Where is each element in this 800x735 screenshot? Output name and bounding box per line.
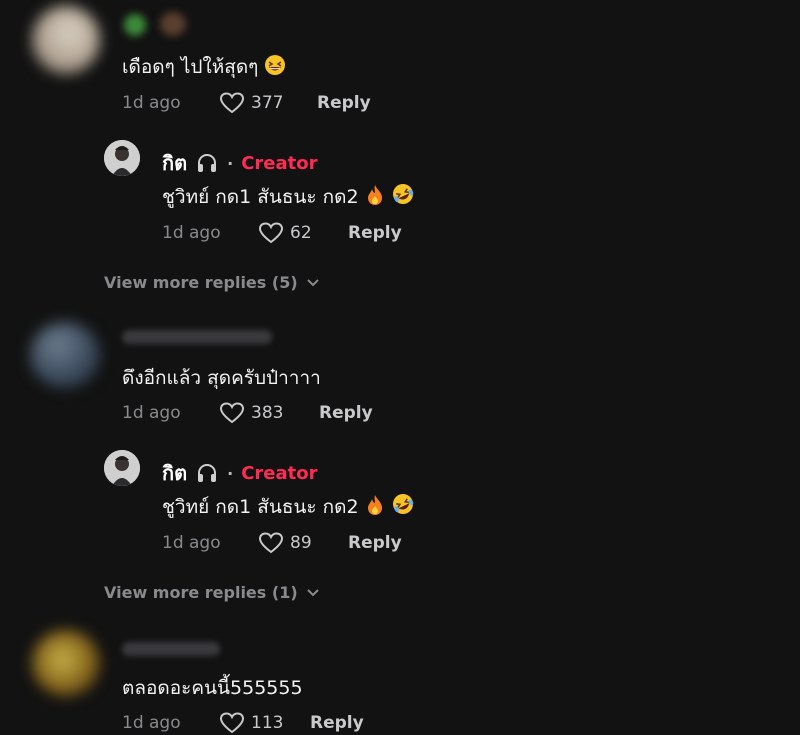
- heart-icon: [258, 532, 284, 554]
- like-button[interactable]: 89: [258, 531, 312, 555]
- like-count: 89: [290, 533, 312, 553]
- username-blurred[interactable]: [122, 330, 272, 344]
- reply-button[interactable]: Reply: [348, 533, 402, 553]
- creator-badge: Creator: [241, 152, 318, 174]
- comment-time: 1d ago: [122, 713, 181, 733]
- reply-button[interactable]: Reply: [319, 403, 373, 423]
- fire-emoji-icon: [365, 494, 385, 521]
- headphones-icon: [198, 154, 217, 172]
- comment-text: ตลอดอะคนนี้555555: [122, 677, 303, 699]
- like-count: 113: [251, 713, 284, 733]
- username-emoji-blur: [124, 14, 146, 36]
- view-more-replies-button[interactable]: View more replies (1): [104, 583, 320, 602]
- rofl-emoji-icon: [391, 492, 415, 521]
- reply-time: 1d ago: [162, 533, 221, 553]
- chevron-down-icon: [306, 278, 319, 286]
- view-more-label: View more replies (5): [104, 273, 298, 292]
- heart-icon: [258, 222, 284, 244]
- comment-time: 1d ago: [122, 403, 181, 423]
- separator-dot: ·: [227, 153, 234, 173]
- username-blurred[interactable]: [122, 642, 220, 656]
- reply-button[interactable]: Reply: [310, 713, 364, 733]
- comment-text: ดึงอีกแล้ว สุดครับป๋าาาา: [122, 367, 321, 389]
- creator-badge: Creator: [241, 462, 318, 484]
- headphones-icon: [198, 464, 217, 482]
- like-count: 62: [290, 223, 312, 243]
- like-button[interactable]: 62: [258, 221, 312, 245]
- heart-icon: [219, 92, 245, 114]
- rofl-emoji-icon: [391, 182, 415, 211]
- commenter-avatar[interactable]: [32, 630, 100, 696]
- commenter-avatar[interactable]: [30, 322, 100, 388]
- commenter-avatar[interactable]: [32, 6, 100, 74]
- view-more-label: View more replies (1): [104, 583, 298, 602]
- heart-icon: [219, 712, 245, 734]
- comment-text: เดือดๆ ไปให้สุดๆ: [122, 56, 259, 78]
- comment-time: 1d ago: [122, 93, 181, 113]
- chevron-down-icon: [306, 588, 319, 596]
- separator-dot: ·: [227, 463, 234, 483]
- view-more-replies-button[interactable]: View more replies (5): [104, 273, 320, 292]
- reply-text: ชูวิทย์ กด1 สันธนะ กด2: [162, 186, 359, 208]
- creator-name[interactable]: กิต: [162, 457, 187, 489]
- username-emoji-blur: [160, 12, 186, 36]
- reply-button[interactable]: Reply: [317, 93, 371, 113]
- reply-text: ชูวิทย์ กด1 สันธนะ กด2: [162, 496, 359, 518]
- grinning-squint-emoji-icon: [264, 54, 286, 81]
- like-button[interactable]: 113: [219, 711, 283, 735]
- creator-avatar[interactable]: [104, 450, 140, 486]
- creator-name[interactable]: กิต: [162, 147, 187, 179]
- like-button[interactable]: 383: [219, 401, 283, 425]
- reply-button[interactable]: Reply: [348, 223, 402, 243]
- reply-time: 1d ago: [162, 223, 221, 243]
- like-count: 383: [251, 403, 284, 423]
- fire-emoji-icon: [365, 184, 385, 211]
- like-count: 377: [251, 93, 284, 113]
- creator-avatar[interactable]: [104, 140, 140, 176]
- heart-icon: [219, 402, 245, 424]
- like-button[interactable]: 377: [219, 91, 283, 115]
